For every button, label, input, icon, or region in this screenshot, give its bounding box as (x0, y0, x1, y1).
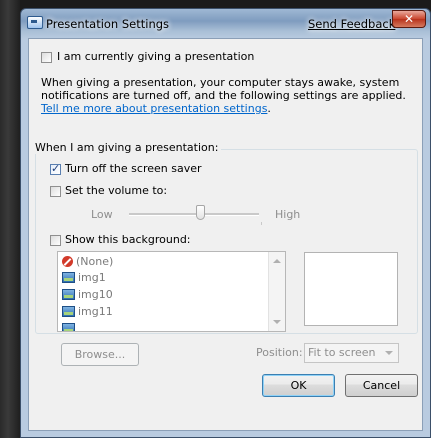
none-icon (62, 256, 73, 267)
list-item-label: img1 (78, 271, 106, 284)
image-icon (62, 289, 75, 300)
presentation-settings-window: Presentation Settings Send Feedback ✕ I … (20, 8, 431, 438)
list-item[interactable]: img10 (62, 287, 113, 303)
list-item-label: img10 (78, 288, 113, 301)
list-item[interactable]: img1 (62, 270, 106, 286)
volume-label[interactable]: Set the volume to: (65, 184, 167, 197)
listbox-scrollbar[interactable] (268, 252, 285, 331)
help-link-suffix: . (267, 102, 271, 115)
presentation-description-line2: notifications are turned off, and the fo… (41, 89, 406, 102)
close-icon: ✕ (403, 12, 415, 26)
ok-button[interactable]: OK (262, 374, 335, 397)
volume-high-label: High (275, 208, 301, 221)
position-value: Fit to screen (308, 346, 376, 359)
window-title: Presentation Settings (46, 17, 170, 31)
volume-slider-track[interactable] (129, 213, 259, 216)
list-item[interactable]: (None) (62, 254, 113, 270)
presentation-description-line1: When giving a presentation, your compute… (41, 76, 400, 89)
image-icon (62, 323, 75, 331)
list-item-label: img11 (78, 305, 113, 318)
presenting-checkbox[interactable] (41, 52, 52, 63)
screen-saver-checkbox[interactable] (50, 162, 61, 175)
background-label[interactable]: Show this background: (65, 233, 191, 246)
close-button[interactable]: ✕ (392, 10, 426, 28)
title-bar[interactable]: Presentation Settings Send Feedback ✕ (21, 9, 430, 37)
list-item[interactable]: img11 (62, 304, 113, 320)
scroll-up-icon[interactable] (273, 259, 281, 263)
presentation-app-icon (27, 16, 43, 29)
background-checkbox[interactable] (50, 235, 61, 246)
background-listbox[interactable]: (None) img1 img10 img11 (57, 251, 286, 332)
dialog-client-area: I am currently giving a presentation Whe… (28, 38, 423, 431)
image-icon (62, 306, 75, 317)
list-item-label: (None) (76, 255, 114, 268)
background-preview (304, 252, 398, 326)
presenting-checkbox-label[interactable]: I am currently giving a presentation (57, 50, 254, 63)
cancel-button[interactable]: Cancel (345, 374, 418, 397)
volume-slider-tick (261, 222, 262, 225)
list-item-partial[interactable] (62, 321, 78, 331)
volume-low-label: Low (91, 208, 113, 221)
chevron-down-icon (385, 351, 393, 355)
browse-button[interactable]: Browse... (61, 343, 139, 366)
desktop-background (0, 0, 20, 438)
position-select[interactable]: Fit to screen (304, 343, 399, 363)
volume-slider-thumb[interactable] (196, 205, 205, 220)
send-feedback-link[interactable]: Send Feedback (308, 17, 395, 31)
scroll-down-icon[interactable] (273, 320, 281, 324)
volume-checkbox[interactable] (50, 186, 61, 197)
tell-me-more-link[interactable]: Tell me more about presentation settings (41, 102, 267, 115)
image-icon (62, 272, 75, 283)
screen-saver-label[interactable]: Turn off the screen saver (65, 162, 202, 175)
group-title: When I am giving a presentation: (32, 141, 222, 154)
position-label: Position: (256, 346, 303, 359)
help-link-line: Tell me more about presentation settings… (41, 102, 271, 115)
